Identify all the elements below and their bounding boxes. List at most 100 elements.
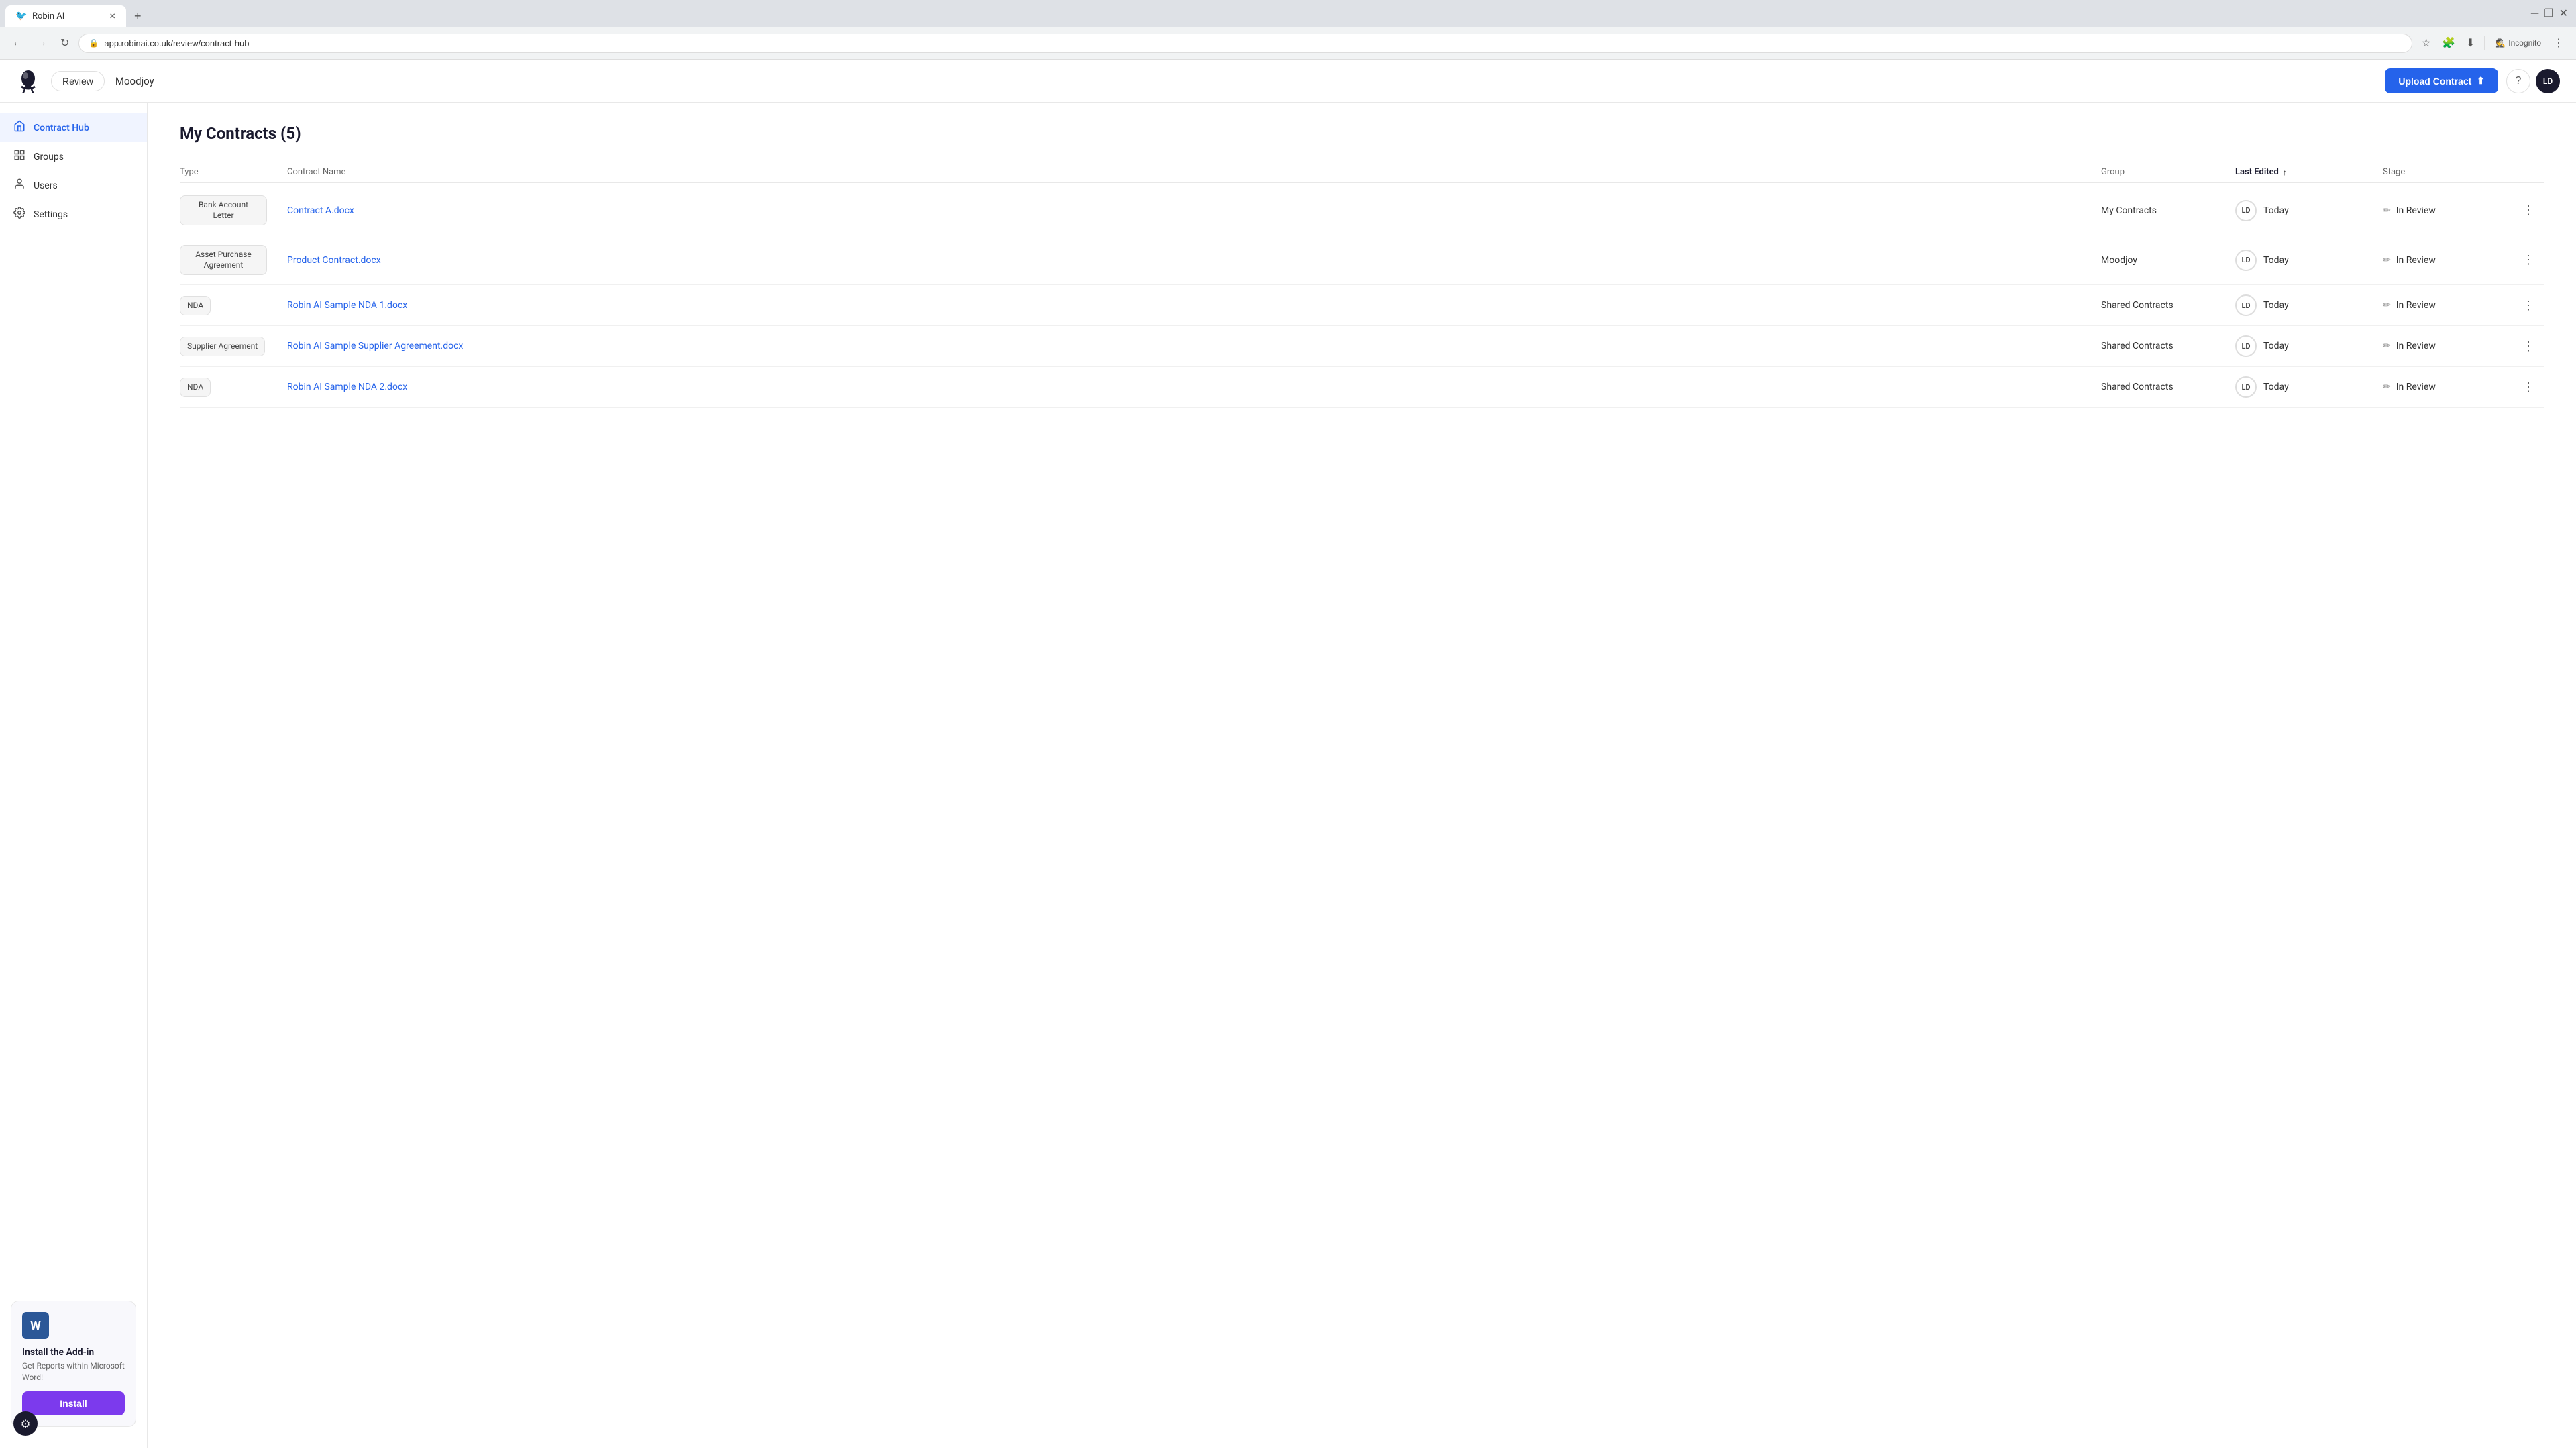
type-cell: NDA <box>180 296 287 316</box>
contract-link[interactable]: Contract A.docx <box>287 205 354 216</box>
stage-text: In Review <box>2396 205 2436 216</box>
stage-text: In Review <box>2396 382 2436 392</box>
name-cell: Robin AI Sample Supplier Agreement.docx <box>287 341 2101 352</box>
date-text: Today <box>2263 382 2289 392</box>
review-button[interactable]: Review <box>51 71 105 91</box>
lock-icon: 🔒 <box>89 38 99 48</box>
table-header: Type Contract Name Group Last Edited ↑ S… <box>180 162 2544 183</box>
upload-contract-button[interactable]: Upload Contract ⬆ <box>2385 68 2498 93</box>
type-cell: Supplier Agreement <box>180 337 287 357</box>
col-group: Group <box>2101 167 2235 177</box>
tab-close-button[interactable]: × <box>109 11 115 21</box>
col-type: Type <box>180 167 287 177</box>
chat-widget[interactable]: ⚙ <box>13 1411 38 1436</box>
group-cell: My Contracts <box>2101 205 2235 216</box>
date-text: Today <box>2263 255 2289 266</box>
group-cell: Shared Contracts <box>2101 300 2235 311</box>
group-cell: Moodjoy <box>2101 255 2235 266</box>
contract-link[interactable]: Product Contract.docx <box>287 255 381 266</box>
table-row: Bank Account Letter Contract A.docx My C… <box>180 186 2544 235</box>
forward-button[interactable]: → <box>32 33 51 53</box>
sidebar-item-label: Contract Hub <box>34 123 89 133</box>
browser-menu-button[interactable]: ⋮ <box>2549 32 2568 54</box>
company-name: Moodjoy <box>115 75 154 87</box>
stage-text: In Review <box>2396 341 2436 352</box>
avatar: LD <box>2235 250 2257 271</box>
col-name: Contract Name <box>287 167 2101 177</box>
bookmark-button[interactable]: ☆ <box>2418 32 2435 54</box>
pencil-icon: ✏ <box>2383 300 2391 311</box>
more-options-button[interactable]: ⋮ <box>2517 201 2540 220</box>
close-window-button[interactable]: ✕ <box>2559 7 2568 20</box>
last-edited-cell: LD Today <box>2235 250 2383 271</box>
sidebar-item-users[interactable]: Users <box>0 171 147 200</box>
main-layout: Contract Hub Groups Users Settings W <box>0 103 2576 1448</box>
date-text: Today <box>2263 300 2289 311</box>
more-options-button[interactable]: ⋮ <box>2517 250 2540 270</box>
back-button[interactable]: ← <box>8 33 27 53</box>
type-badge: NDA <box>180 378 211 398</box>
stage-cell: ✏ In Review <box>2383 255 2517 266</box>
nav-bar: ← → ↻ 🔒 ☆ 🧩 ⬇ 🕵 Incognito ⋮ <box>0 27 2576 59</box>
stage-cell: ✏ In Review <box>2383 205 2517 216</box>
download-button[interactable]: ⬇ <box>2462 32 2479 54</box>
app-logo <box>16 69 40 93</box>
addon-title: Install the Add-in <box>22 1347 125 1358</box>
groups-icon <box>13 149 25 164</box>
tab-title: Robin AI <box>32 11 64 21</box>
contracts-table: Bank Account Letter Contract A.docx My C… <box>180 186 2544 408</box>
help-icon: ? <box>2516 75 2522 87</box>
contract-link[interactable]: Robin AI Sample NDA 1.docx <box>287 300 407 311</box>
sidebar-item-label: Users <box>34 180 58 191</box>
user-avatar[interactable]: LD <box>2536 69 2560 93</box>
reload-button[interactable]: ↻ <box>56 32 73 54</box>
install-addon-button[interactable]: Install <box>22 1391 125 1415</box>
maximize-button[interactable]: ❐ <box>2544 7 2553 20</box>
address-bar[interactable]: 🔒 <box>78 34 2412 53</box>
pencil-icon: ✏ <box>2383 205 2391 216</box>
active-tab[interactable]: 🐦 Robin AI × <box>5 5 126 27</box>
type-badge: NDA <box>180 296 211 316</box>
sidebar-item-groups[interactable]: Groups <box>0 142 147 171</box>
sort-icon: ↑ <box>2283 168 2287 177</box>
avatar: LD <box>2235 376 2257 398</box>
more-options-button[interactable]: ⋮ <box>2517 378 2540 397</box>
type-badge: Asset Purchase Agreement <box>180 245 267 275</box>
name-cell: Contract A.docx <box>287 205 2101 216</box>
table-row: Asset Purchase Agreement Product Contrac… <box>180 235 2544 285</box>
avatar: LD <box>2235 200 2257 221</box>
more-cell: ⋮ <box>2517 378 2544 397</box>
extensions-button[interactable]: 🧩 <box>2438 32 2459 54</box>
address-input[interactable] <box>104 38 2402 48</box>
more-cell: ⋮ <box>2517 337 2544 356</box>
more-cell: ⋮ <box>2517 250 2544 270</box>
type-cell: NDA <box>180 378 287 398</box>
table-row: NDA Robin AI Sample NDA 1.docx Shared Co… <box>180 285 2544 326</box>
more-options-button[interactable]: ⋮ <box>2517 296 2540 315</box>
stage-cell: ✏ In Review <box>2383 341 2517 352</box>
incognito-icon: 🕵 <box>2496 38 2506 48</box>
new-tab-button[interactable]: + <box>129 7 147 26</box>
sidebar-item-contract-hub[interactable]: Contract Hub <box>0 113 147 142</box>
minimize-button[interactable]: ─ <box>2531 7 2538 20</box>
users-icon <box>13 178 25 193</box>
settings-icon <box>13 207 25 222</box>
type-cell: Bank Account Letter <box>180 195 287 225</box>
contract-link[interactable]: Robin AI Sample Supplier Agreement.docx <box>287 341 463 352</box>
type-badge: Bank Account Letter <box>180 195 267 225</box>
pencil-icon: ✏ <box>2383 255 2391 266</box>
group-cell: Shared Contracts <box>2101 382 2235 392</box>
more-options-button[interactable]: ⋮ <box>2517 337 2540 356</box>
sidebar-item-settings[interactable]: Settings <box>0 200 147 229</box>
browser-chrome: 🐦 Robin AI × + ─ ❐ ✕ ← → ↻ 🔒 ☆ 🧩 ⬇ 🕵 Inc… <box>0 0 2576 60</box>
pencil-icon: ✏ <box>2383 341 2391 352</box>
incognito-button[interactable]: 🕵 Incognito <box>2490 36 2546 50</box>
contract-link[interactable]: Robin AI Sample NDA 2.docx <box>287 382 407 392</box>
date-text: Today <box>2263 341 2289 352</box>
stage-text: In Review <box>2396 255 2436 266</box>
more-cell: ⋮ <box>2517 296 2544 315</box>
tab-favicon: 🐦 <box>16 11 27 21</box>
sidebar-item-label: Groups <box>34 152 64 162</box>
table-row: NDA Robin AI Sample NDA 2.docx Shared Co… <box>180 367 2544 408</box>
help-button[interactable]: ? <box>2506 69 2530 93</box>
